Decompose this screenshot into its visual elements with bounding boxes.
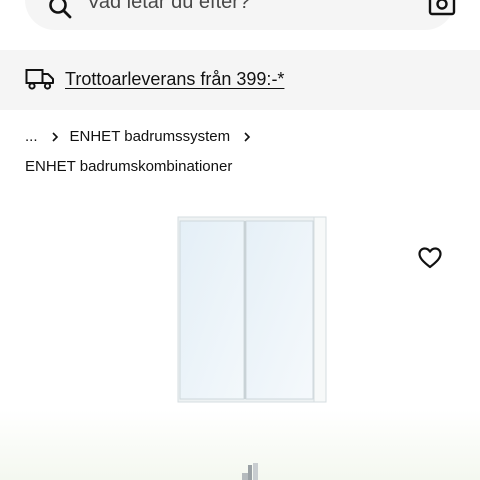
heart-icon	[418, 247, 442, 269]
camera-icon[interactable]	[428, 0, 456, 16]
breadcrumb-item-current-category[interactable]: ENHET badrumskombinationer	[25, 157, 232, 177]
breadcrumb-ellipsis[interactable]: ...	[25, 127, 38, 147]
search-input[interactable]: Vad letar du efter?	[87, 0, 250, 14]
delivery-info-link[interactable]: Trottoarleverans från 399:-*	[65, 68, 284, 90]
breadcrumb: ... ENHET badrumssystem	[25, 127, 262, 147]
chevron-right-icon	[244, 132, 251, 142]
mirror-cabinet-image	[0, 216, 480, 480]
delivery-banner: Trottoarleverans från 399:-*	[0, 50, 480, 110]
chevron-right-icon	[51, 132, 58, 142]
breadcrumb-item-enhet-badrumssystem[interactable]: ENHET badrumssystem	[70, 127, 231, 147]
search-icon	[49, 0, 72, 19]
product-image[interactable]	[0, 195, 480, 480]
truck-icon	[25, 69, 54, 90]
search-bar[interactable]: Vad letar du efter?	[25, 0, 456, 30]
favourite-button[interactable]	[412, 240, 448, 276]
